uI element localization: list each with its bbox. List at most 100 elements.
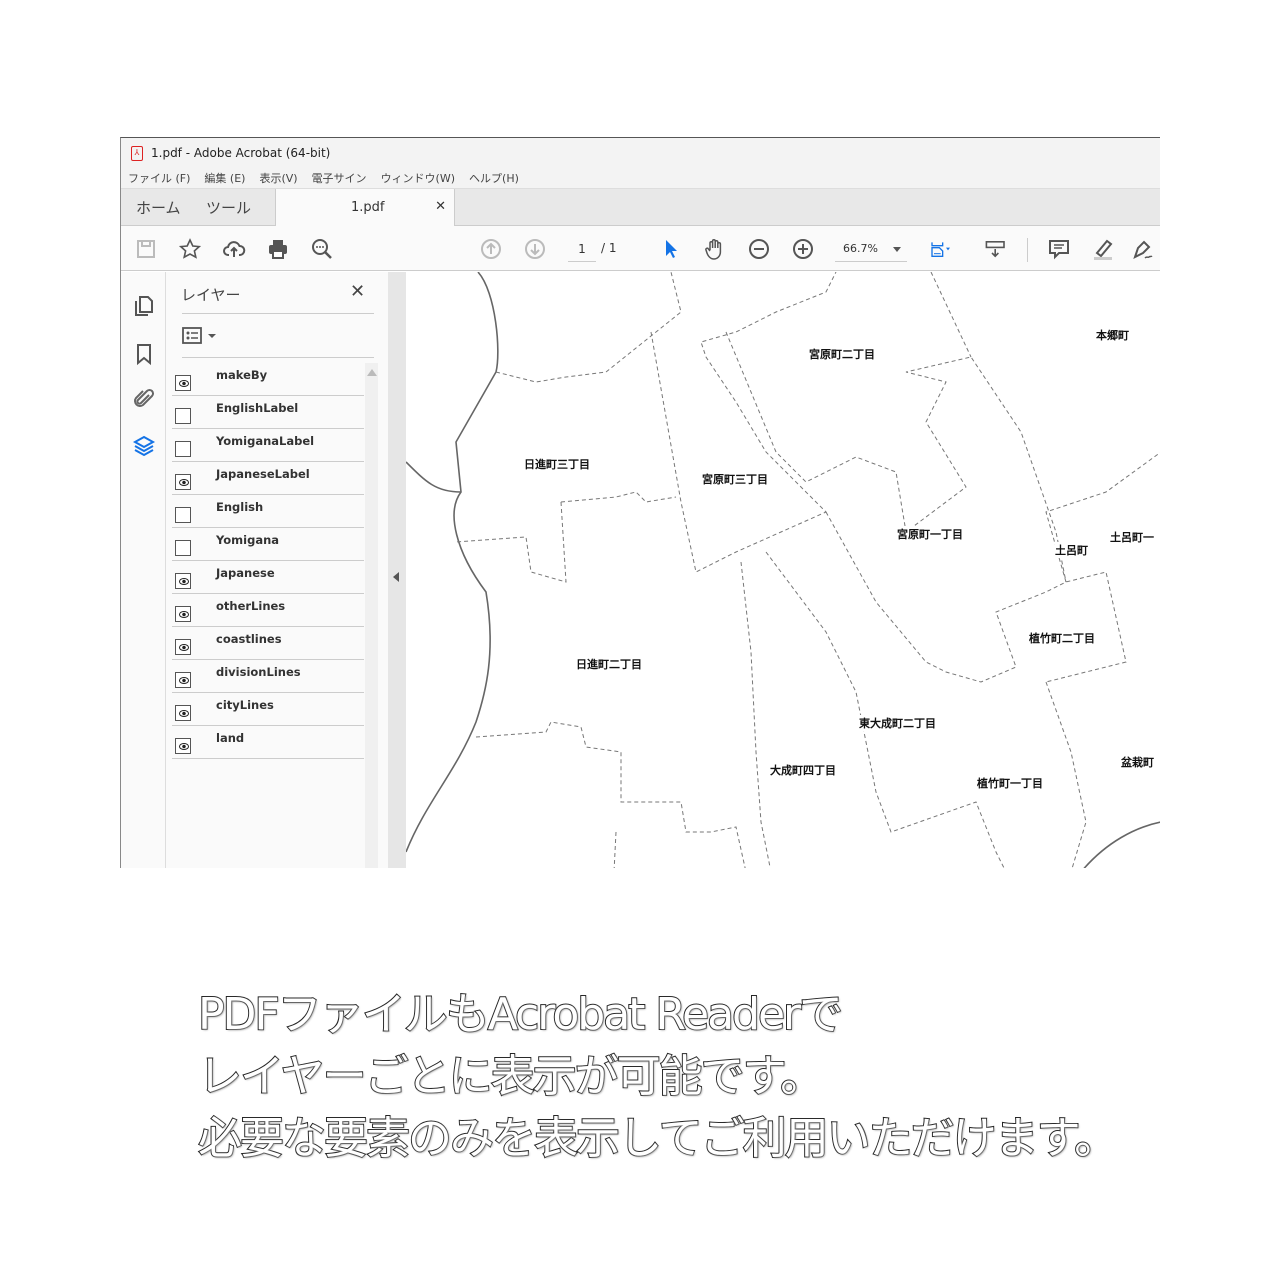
zoom-in-icon[interactable] (790, 236, 816, 262)
layer-row[interactable]: EnglishLabel (172, 396, 364, 429)
map-label: 盆栽町 (1121, 754, 1154, 770)
division-line (455, 501, 567, 583)
layer-row[interactable]: otherLines (172, 594, 364, 627)
division-line (560, 491, 677, 503)
collapse-panel-handle[interactable] (388, 272, 406, 868)
division-line (740, 561, 771, 868)
division-line (495, 272, 682, 383)
visibility-checkbox[interactable] (175, 540, 191, 556)
visibility-checkbox[interactable] (175, 408, 191, 424)
window-title: 1.pdf - Adobe Acrobat (64-bit) (151, 146, 331, 160)
read-mode-icon[interactable] (981, 236, 1011, 262)
menu-view[interactable]: 表示(V) (259, 170, 297, 186)
title-bar: ⅄ 1.pdf - Adobe Acrobat (64-bit) (121, 138, 1160, 168)
upload-cloud-icon[interactable] (221, 236, 247, 262)
menu-window[interactable]: ウィンドウ(W) (381, 170, 455, 186)
comment-icon[interactable] (1046, 236, 1072, 262)
eye-visibility-icon[interactable] (175, 705, 191, 721)
panel-title: レイヤー (181, 286, 241, 304)
layers-panel: レイヤー ✕ makeBy EnglishLabel YomiganaLabel Ja… (166, 272, 388, 868)
previous-page-icon[interactable] (478, 236, 504, 262)
pdf-map-view[interactable]: 宮原町二丁目 本郷町 日進町三丁目 宮原町三丁目 宮原町一丁目 土呂町 土呂町一… (406, 272, 1160, 868)
page-number-input[interactable]: 1 (568, 238, 596, 262)
fit-page-icon[interactable] (924, 236, 960, 262)
eye-visibility-icon[interactable] (175, 474, 191, 490)
attachment-icon[interactable] (132, 387, 156, 411)
tab-home[interactable]: ホーム (136, 197, 181, 218)
divider (182, 357, 374, 358)
eye-visibility-icon[interactable] (175, 606, 191, 622)
save-icon[interactable] (133, 236, 159, 262)
pages-icon[interactable] (132, 294, 156, 318)
coastline (1083, 821, 1160, 868)
map-label: 大成町四丁目 (770, 762, 836, 778)
layer-row[interactable]: divisionLines (172, 660, 364, 693)
layer-row[interactable]: Yomigana (172, 528, 364, 561)
menu-edit[interactable]: 編集 (E) (204, 170, 245, 186)
eye-visibility-icon[interactable] (175, 639, 191, 655)
layer-row[interactable]: land (172, 726, 364, 759)
close-panel-icon[interactable]: ✕ (350, 281, 365, 302)
layer-row[interactable]: Japanese (172, 561, 364, 594)
layers-icon[interactable] (132, 434, 156, 458)
zoom-out-icon[interactable] (746, 236, 772, 262)
tab-tools[interactable]: ツール (206, 197, 251, 218)
layer-row[interactable]: English (172, 495, 364, 528)
coastline (406, 272, 499, 853)
menu-bar: ファイル (F) 編集 (E) 表示(V) 電子サイン ウィンドウ(W) ヘルプ… (121, 168, 1160, 188)
map-label: 植竹町二丁目 (1029, 630, 1095, 646)
close-tab-icon[interactable]: ✕ (435, 199, 446, 214)
scroll-up-icon[interactable] (367, 369, 377, 376)
zoom-level-select[interactable]: 66.7% (835, 238, 907, 262)
division-line (613, 831, 617, 868)
bookmark-icon[interactable] (132, 342, 156, 366)
menu-sign[interactable]: 電子サイン (312, 170, 367, 186)
next-page-icon[interactable] (522, 236, 548, 262)
layer-name: EnglishLabel (216, 401, 299, 415)
collapse-arrow-icon (393, 572, 399, 582)
highlight-icon[interactable] (1090, 236, 1116, 262)
pdf-file-icon: ⅄ (131, 145, 143, 161)
map-label: 宮原町三丁目 (702, 471, 768, 487)
hand-tool-icon[interactable] (702, 236, 728, 262)
layer-row[interactable]: YomiganaLabel (172, 429, 364, 462)
map-label: 宮原町一丁目 (897, 526, 963, 542)
layer-row[interactable]: cityLines (172, 693, 364, 726)
division-line (475, 721, 746, 868)
select-cursor-icon[interactable] (658, 236, 684, 262)
visibility-checkbox[interactable] (175, 441, 191, 457)
print-icon[interactable] (265, 236, 291, 262)
acrobat-window: ⅄ 1.pdf - Adobe Acrobat (64-bit) ファイル (F… (120, 137, 1160, 868)
layer-name: otherLines (216, 599, 286, 613)
search-icon[interactable] (309, 236, 335, 262)
toolbar-divider (1027, 238, 1028, 262)
star-icon[interactable] (177, 236, 203, 262)
division-line (825, 511, 1127, 683)
eye-visibility-icon[interactable] (175, 375, 191, 391)
layer-name: divisionLines (216, 665, 301, 679)
layer-row[interactable]: JapaneseLabel (172, 462, 364, 495)
eye-visibility-icon[interactable] (175, 672, 191, 688)
caption-line: PDFファイルもAcrobat Readerで (197, 988, 844, 1041)
toolbar: 1 / 1 66.7% (121, 226, 1160, 271)
division-line (725, 331, 1067, 583)
map-label: 土呂町 (1055, 542, 1088, 558)
tab-document[interactable]: 1.pdf ✕ (275, 189, 455, 227)
menu-help[interactable]: ヘルプ(H) (469, 170, 519, 186)
layer-list-scrollbar[interactable] (365, 363, 378, 868)
map-label: 本郷町 (1096, 327, 1129, 343)
layer-name: Yomigana (216, 533, 280, 547)
visibility-checkbox[interactable] (175, 507, 191, 523)
caption-line: 必要な要素のみを表示してご利用いただけます。 (197, 1112, 1119, 1165)
chevron-down-icon (893, 247, 901, 252)
division-line (930, 272, 972, 358)
menu-file[interactable]: ファイル (F) (128, 170, 190, 186)
sign-pen-icon[interactable] (1130, 236, 1156, 262)
layer-row[interactable]: makeBy (172, 363, 364, 396)
eye-visibility-icon[interactable] (175, 573, 191, 589)
division-line (650, 272, 837, 573)
eye-visibility-icon[interactable] (175, 738, 191, 754)
layer-options-button[interactable] (182, 326, 222, 346)
map-label: 東大成町二丁目 (859, 715, 936, 731)
layer-row[interactable]: coastlines (172, 627, 364, 660)
